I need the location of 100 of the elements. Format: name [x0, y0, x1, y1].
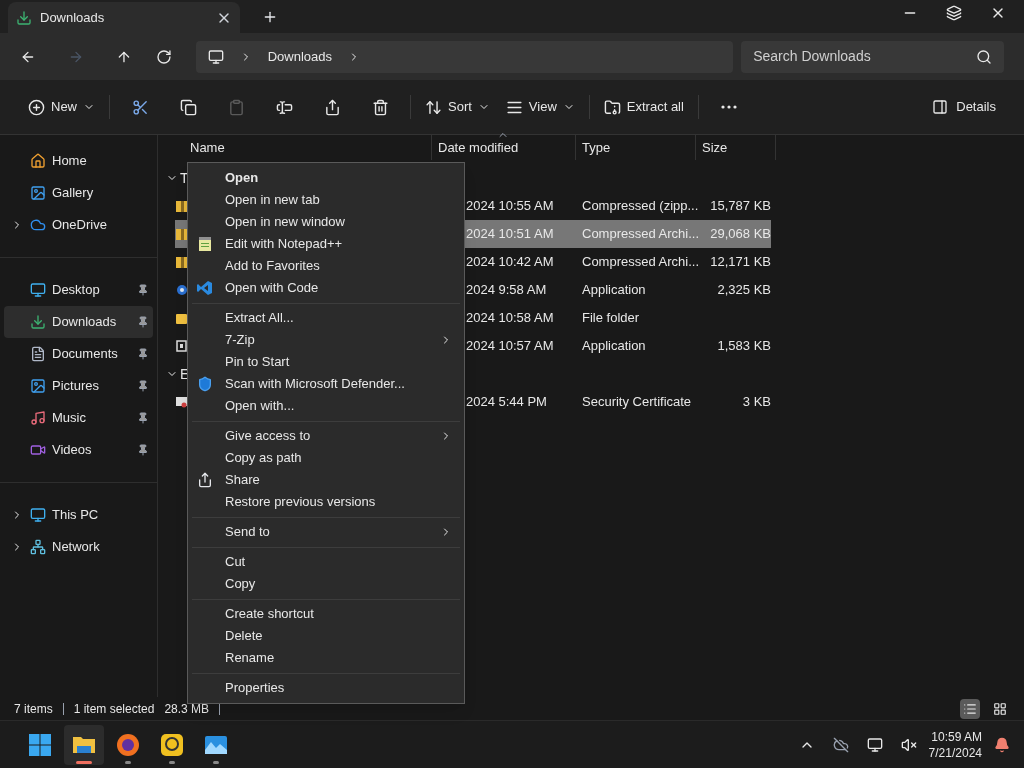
size-cell-text: 12,171 KB	[709, 253, 771, 272]
menu-item[interactable]: Add to Favorites	[188, 255, 464, 277]
sidebar-item[interactable]: Music	[4, 402, 153, 434]
size-cell-text: 15,787 KB	[709, 197, 771, 216]
date-cell-text: 2024 10:42 AM	[466, 253, 555, 272]
menu-item[interactable]: Rename	[188, 647, 464, 669]
certificate-icon	[176, 395, 187, 409]
refresh-icon[interactable]	[155, 48, 172, 65]
trash-icon	[371, 98, 389, 116]
sidebar-item[interactable]: Videos	[4, 434, 153, 466]
details-button[interactable]: Details	[924, 91, 1004, 123]
new-tab-icon[interactable]	[262, 9, 278, 25]
menu-item[interactable]: Send to	[188, 521, 464, 543]
details-view-button[interactable]	[960, 698, 980, 719]
menu-item[interactable]: Restore previous versions	[188, 491, 464, 513]
column-header[interactable]: Date modified	[432, 135, 576, 160]
shield-icon	[197, 376, 213, 392]
menu-item[interactable]: Open	[188, 167, 464, 189]
sidebar-item[interactable]: Pictures	[4, 370, 153, 402]
date[interactable]: 7/21/2024	[928, 744, 982, 761]
menu-item[interactable]: Open with Code	[188, 277, 464, 299]
app-icon	[160, 732, 184, 757]
address-bar[interactable]: Downloads	[195, 40, 734, 73]
archive-app-icon	[176, 339, 187, 353]
list-icon	[963, 701, 977, 716]
gallery-icon	[30, 185, 46, 201]
column-header[interactable]: Type	[576, 135, 696, 160]
archive-icon	[603, 98, 621, 116]
menu-item[interactable]: Copy	[188, 573, 464, 595]
menu-item[interactable]: Open in new tab	[188, 189, 464, 211]
sidebar-item[interactable]: Downloads	[4, 306, 153, 338]
sidebar-label: Documents	[52, 345, 119, 364]
document-icon	[30, 346, 46, 362]
notepad-icon	[197, 236, 213, 252]
computer-icon	[30, 507, 46, 523]
sidebar-item[interactable]: Documents	[4, 338, 153, 370]
zip-file-icon	[176, 227, 187, 241]
search-input[interactable]: Search Downloads	[753, 46, 976, 67]
sidebar-item[interactable]: This PC	[4, 499, 153, 531]
cloud-off-icon[interactable]	[832, 736, 849, 753]
type-cell-text: Compressed (zipp...	[581, 197, 696, 216]
more-icon	[720, 105, 737, 109]
type-cell-text: Compressed Archi...	[581, 253, 696, 272]
item-count: 7 items	[14, 700, 53, 718]
sidebar-item[interactable]: Gallery	[4, 177, 153, 209]
column-header[interactable]: Size	[696, 135, 776, 160]
cut-icon	[131, 98, 149, 116]
pin-icon	[137, 316, 149, 328]
view-button[interactable]: View	[497, 91, 583, 123]
menu-item[interactable]: Create shortcut	[188, 603, 464, 625]
pin-icon	[137, 348, 149, 360]
sidebar-item[interactable]: Home	[4, 145, 153, 177]
mute-icon[interactable]	[900, 736, 917, 753]
size-cell-text: 1,583 KB	[716, 337, 771, 356]
notification-icon[interactable]	[994, 736, 1010, 753]
type-cell-text: File folder	[581, 309, 641, 328]
date-cell-text: 2024 10:51 AM	[466, 225, 555, 244]
date-cell-text: 2024 10:57 AM	[466, 337, 555, 356]
extract-all-button[interactable]: Extract all	[595, 91, 692, 123]
plus-icon	[28, 98, 45, 116]
pin-icon	[137, 444, 149, 456]
sort-button[interactable]: Sort	[417, 91, 498, 123]
date-cell-text: 2024 5:44 PM	[466, 393, 548, 412]
menu-item[interactable]: Extract All...	[188, 307, 464, 329]
menu-item[interactable]: Copy as path	[188, 447, 464, 469]
folder-icon	[176, 311, 187, 325]
menu-item[interactable]: 7-Zip	[188, 329, 464, 351]
menu-item[interactable]: Share	[188, 469, 464, 491]
sidebar-label: OneDrive	[52, 216, 108, 235]
tab[interactable]: Downloads	[8, 2, 240, 33]
paste-icon	[227, 98, 245, 116]
sidebar-label: This PC	[52, 506, 100, 525]
menu-item[interactable]: Properties	[188, 677, 464, 699]
desktop-icon	[30, 282, 46, 298]
sidebar-label: Network	[52, 538, 101, 557]
search-field[interactable]: Search Downloads	[741, 40, 1004, 73]
breadcrumb[interactable]: Downloads	[267, 46, 332, 67]
column-header[interactable]: Name	[175, 135, 432, 160]
details-pane-icon	[932, 99, 949, 115]
sidebar-label: Videos	[52, 441, 93, 460]
computer-icon	[207, 48, 224, 65]
new-button[interactable]: New	[20, 91, 103, 123]
time[interactable]: 10:59 AM	[931, 728, 982, 745]
menu-item[interactable]: Pin to Start	[188, 351, 464, 373]
sidebar-item[interactable]: Network	[4, 531, 153, 563]
menu-item[interactable]: Open with...	[188, 395, 464, 417]
taskbar-app[interactable]	[64, 724, 104, 765]
sidebar-item[interactable]: OneDrive	[4, 209, 153, 241]
search-icon[interactable]	[976, 48, 992, 65]
menu-item[interactable]: Give access to	[188, 425, 464, 447]
size-cell-text: 29,068 KB	[709, 225, 771, 244]
rename-icon	[275, 98, 293, 116]
menu-item[interactable]: Delete	[188, 625, 464, 647]
download-icon	[16, 9, 32, 26]
sidebar-item[interactable]: Desktop	[4, 274, 153, 306]
menu-item[interactable]: Cut	[188, 551, 464, 573]
sidebar-label: Music	[52, 409, 87, 428]
code-editor-icon	[197, 280, 213, 296]
menu-item[interactable]: Scan with Microsoft Defender...	[188, 373, 464, 395]
date-cell-text: 2024 9:58 AM	[466, 281, 548, 300]
